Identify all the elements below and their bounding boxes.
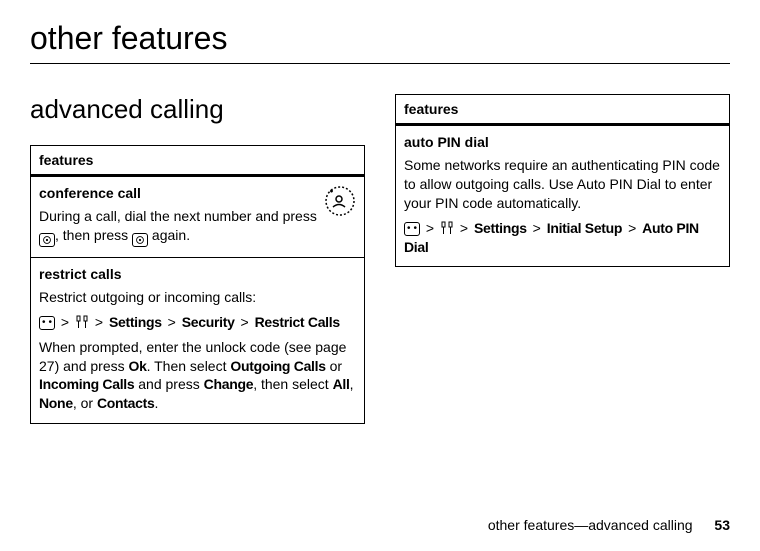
feature-name: conference call [39, 185, 356, 201]
text: . [154, 395, 158, 411]
text: , or [73, 395, 97, 411]
text: or [326, 358, 342, 374]
page-number: 53 [714, 517, 730, 533]
section-heading: advanced calling [30, 94, 365, 125]
intro-text: Restrict outgoing or incoming calls: [39, 288, 356, 307]
nav-path: > > Settings > Security > Restrict Calls [39, 313, 356, 332]
text: and press [134, 376, 203, 392]
nav-path: > > Settings > Initial Setup > Auto PIN … [404, 219, 721, 257]
feature-desc: Restrict outgoing or incoming calls: > >… [39, 288, 356, 413]
conference-icon [324, 185, 356, 217]
text: , [350, 376, 354, 392]
nav-item: Settings [109, 314, 162, 330]
feature-name: auto PIN dial [404, 134, 721, 150]
follow-text: When prompted, enter the unlock code (se… [39, 338, 356, 414]
label: Outgoing Calls [230, 358, 325, 374]
send-key-icon [132, 233, 148, 247]
right-feature-table: features auto PIN dial Some networks req… [395, 94, 730, 267]
table-row: restrict calls Restrict outgoing or inco… [31, 258, 364, 423]
page-footer: other features—advanced calling 53 [488, 517, 730, 533]
table-header: features [396, 95, 729, 126]
table-row: auto PIN dial Some networks require an a… [396, 126, 729, 266]
text: . Then select [147, 358, 231, 374]
nav-item: Security [182, 314, 235, 330]
title-underline [30, 63, 730, 64]
send-key-icon [39, 233, 55, 247]
table-header: features [31, 146, 364, 177]
page-title: other features [30, 20, 730, 57]
text: , then select [253, 376, 332, 392]
label: None [39, 395, 73, 411]
nav-item: Settings [474, 220, 527, 236]
left-feature-table: features conference call During a call, … [30, 145, 365, 424]
feature-desc: Some networks require an authenticating … [404, 156, 721, 256]
footer-text: other features—advanced calling [488, 517, 693, 533]
label: Incoming Calls [39, 376, 134, 392]
feature-name: restrict calls [39, 266, 356, 282]
content-columns: advanced calling features conference cal… [30, 94, 730, 424]
menu-key-icon [39, 316, 55, 330]
label: All [333, 376, 350, 392]
right-column: features auto PIN dial Some networks req… [395, 94, 730, 424]
label: Change [204, 376, 254, 392]
settings-icon [440, 221, 454, 235]
table-row: conference call During a call, dial the … [31, 177, 364, 258]
desc-text: Some networks require an authenticating … [404, 156, 721, 213]
nav-item: Restrict Calls [255, 314, 340, 330]
menu-key-icon [404, 222, 420, 236]
desc-text: During a call, dial the next number and … [39, 208, 317, 224]
desc-text: , then press [55, 227, 132, 243]
feature-desc: During a call, dial the next number and … [39, 207, 356, 247]
settings-icon [75, 315, 89, 329]
desc-text: again. [148, 227, 190, 243]
left-column: advanced calling features conference cal… [30, 94, 365, 424]
label: Contacts [97, 395, 155, 411]
nav-item: Initial Setup [547, 220, 622, 236]
label: Ok [129, 358, 147, 374]
